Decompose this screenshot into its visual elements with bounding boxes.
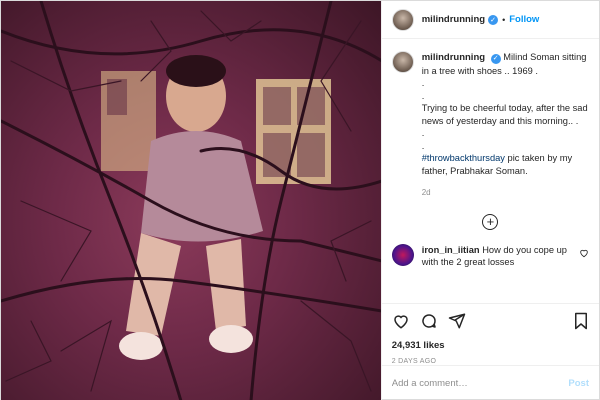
action-icons — [392, 312, 589, 330]
plus-circle-icon[interactable]: + — [482, 213, 499, 230]
follow-button[interactable]: Follow — [509, 14, 539, 25]
add-comment-bar: Post — [381, 365, 599, 400]
heart-icon[interactable] — [392, 312, 410, 330]
caption-body: milindrunning ✓ Milind Soman sitting in … — [422, 51, 589, 200]
caption-line: . — [421, 128, 425, 138]
caption-username[interactable]: milindrunning — [422, 52, 485, 63]
hashtag-link[interactable]: #throwbackthursday — [422, 153, 505, 163]
caption-author-avatar[interactable] — [391, 51, 414, 73]
comment-bubble-icon[interactable] — [420, 312, 438, 330]
likes-count[interactable]: 24,931 likes — [392, 340, 589, 351]
author-avatar[interactable] — [391, 8, 414, 31]
separator-dot: • — [502, 14, 506, 25]
comment-heart-icon[interactable] — [579, 248, 589, 258]
post-sidebar: milindrunning ✓ • Follow milindrunning ✓… — [380, 1, 599, 400]
instagram-post: milindrunning ✓ • Follow milindrunning ✓… — [0, 0, 600, 400]
comment-item: iron_in_iitian How do you cope up with t… — [391, 243, 589, 269]
comments-section: milindrunning ✓ Milind Soman sitting in … — [382, 39, 599, 303]
add-comment-input[interactable] — [391, 378, 569, 389]
author-username[interactable]: milindrunning — [422, 14, 485, 25]
caption: milindrunning ✓ Milind Soman sitting in … — [391, 51, 589, 200]
bookmark-icon[interactable] — [573, 312, 589, 330]
photo-artwork — [1, 1, 381, 400]
post-comment-button[interactable]: Post — [568, 378, 589, 389]
post-date[interactable]: 2 DAYS AGO — [392, 358, 589, 365]
post-header: milindrunning ✓ • Follow — [381, 1, 599, 39]
commenter-avatar[interactable] — [391, 243, 414, 266]
paper-plane-icon[interactable] — [448, 312, 466, 330]
comment-body: iron_in_iitian How do you cope up with t… — [422, 244, 572, 269]
commenter-username[interactable]: iron_in_iitian — [422, 245, 480, 255]
post-photo[interactable] — [1, 1, 381, 400]
caption-line: . — [421, 78, 425, 88]
caption-line: . — [421, 90, 425, 101]
verified-badge-icon: ✓ — [488, 14, 499, 25]
verified-badge-icon: ✓ — [490, 54, 501, 65]
caption-age[interactable]: 2d — [422, 187, 589, 200]
caption-line: Trying to be cheerful today, after the s… — [421, 103, 588, 126]
caption-line: . — [421, 140, 425, 151]
